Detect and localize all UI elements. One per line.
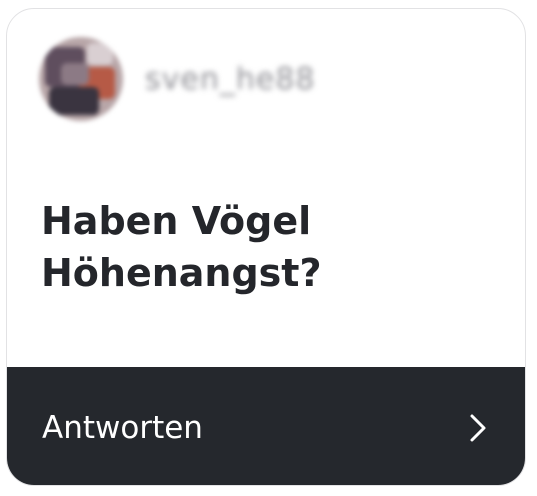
username[interactable]: sven_he88 <box>145 62 316 97</box>
answer-button[interactable]: Antworten <box>7 367 525 485</box>
question-text: Haben Vögel Höhenangst? <box>41 199 322 295</box>
question-sticker-card: sven_he88 Haben Vögel Höhenangst? Antwor… <box>6 8 526 486</box>
user-header: sven_he88 <box>39 37 316 121</box>
avatar[interactable] <box>39 37 123 121</box>
chevron-right-icon <box>470 414 486 442</box>
answer-label: Antworten <box>42 410 203 446</box>
